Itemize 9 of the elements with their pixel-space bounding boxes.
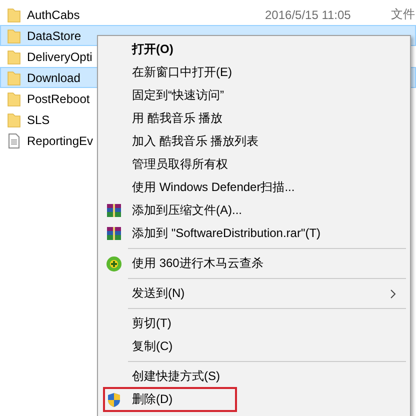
- file-name: PostReboot: [27, 92, 90, 106]
- file-name: SLS: [27, 112, 50, 126]
- file-name: ReportingEv: [27, 134, 94, 148]
- file-name: DeliveryOpti: [27, 50, 92, 64]
- file-name: AuthCabs: [27, 8, 80, 22]
- file-name: DataStore: [27, 28, 82, 42]
- file-name: Download: [27, 70, 80, 84]
- file-date: 2016/5/15 11:05: [265, 8, 352, 22]
- file-type: 文件: [391, 6, 415, 23]
